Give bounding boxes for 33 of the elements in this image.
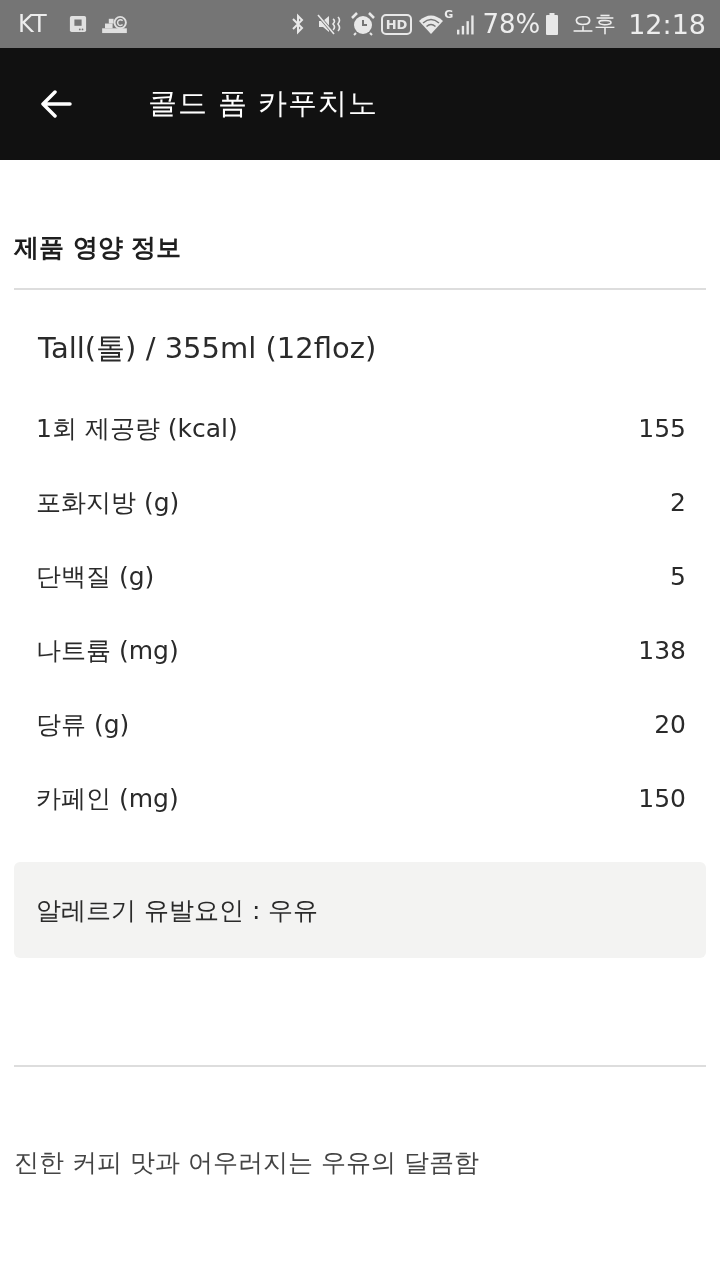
nutrient-value: 138 (638, 635, 686, 665)
nutrient-value: 2 (670, 487, 686, 517)
nutrient-label: 카페인 (mg) (36, 782, 179, 815)
carrier-name: KT (18, 10, 47, 38)
network-type-label: G (444, 9, 454, 20)
product-description: 진한 커피 맛과 어우러지는 우유의 달콤함 (14, 1147, 480, 1179)
battery-icon (546, 13, 559, 35)
keyboard-icon (68, 15, 87, 33)
page-title: 콜드 폼 카푸치노 (148, 85, 379, 122)
nutrient-label: 나트륨 (mg) (36, 634, 179, 667)
nutrient-value: 155 (638, 413, 686, 443)
allergy-text: 알레르기 유발요인 : 우유 (36, 894, 319, 927)
nutrient-label: 포화지방 (g) (36, 486, 180, 519)
signal-icon (457, 13, 477, 35)
alarm-icon (350, 12, 375, 36)
nutrient-label: 1회 제공량 (kcal) (36, 412, 238, 445)
hd-badge: HD (380, 13, 413, 35)
wifi-icon (418, 13, 445, 35)
back-button[interactable] (40, 90, 72, 118)
serving-size: Tall(톨) / 355ml (12floz) (37, 330, 378, 367)
section-heading: 제품 영양 정보 (14, 232, 183, 264)
bluetooth-icon (290, 13, 305, 35)
battery-percent: 78% (482, 9, 541, 39)
nutrient-value: 150 (638, 783, 686, 813)
time-period: 오후 (572, 10, 617, 38)
clock-time: 12:18 (628, 8, 706, 40)
nutrient-value: 20 (654, 709, 686, 739)
nutrient-label: 단백질 (g) (36, 560, 155, 593)
back-arrow-icon (40, 90, 72, 118)
stack-icon (100, 14, 128, 34)
mute-icon (316, 13, 343, 35)
nutrient-value: 5 (670, 561, 686, 591)
nutrient-label: 당류 (g) (36, 708, 130, 741)
